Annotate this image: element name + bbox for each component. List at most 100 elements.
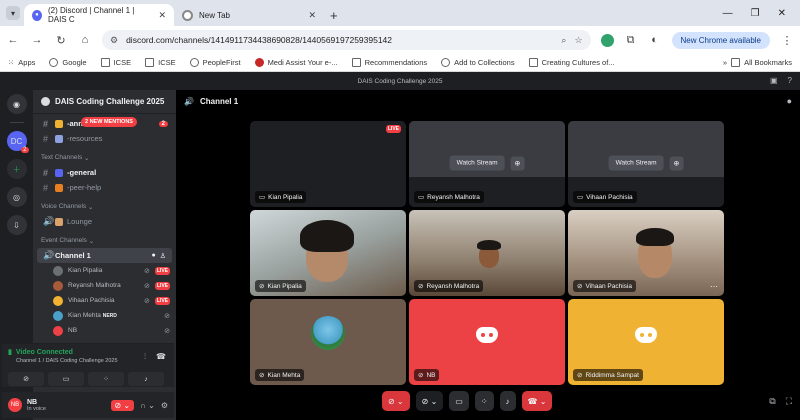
site-info-icon[interactable]: ⚙ <box>110 35 118 46</box>
new-tab-button[interactable]: + <box>324 4 344 26</box>
stream-tile[interactable]: LIVE ▭ Kian Pipalia <box>250 121 406 207</box>
camera-toggle-button[interactable]: ⊘ ⌄ <box>415 391 444 411</box>
tab-search-icon[interactable]: ▾ <box>6 6 20 20</box>
camera-off-button[interactable]: ⊘ <box>8 372 44 386</box>
nerd-activity-badge: NERD <box>102 313 117 319</box>
screen-share-icon: ▭ <box>577 194 584 201</box>
chrome-update-button[interactable]: New Chrome available <box>671 31 770 49</box>
disconnect-icon[interactable]: ☎ <box>156 352 166 362</box>
avatar-tile[interactable]: ⊘ NB <box>409 299 565 385</box>
screen-share-button[interactable]: ▭ <box>48 372 84 386</box>
category-voice-channels[interactable]: Voice Channels ⌄ <box>33 199 176 214</box>
mute-mic-button[interactable]: ⊘ ⌄ <box>382 391 410 411</box>
stream-tile[interactable]: Watch Stream ⊕ ▭ Reyansh Malhotra <box>409 121 565 207</box>
profile-icon[interactable]: ◐ <box>648 34 662 46</box>
avatar-tile[interactable]: ⊘ Riddimma Sampat <box>568 299 724 385</box>
user-avatar[interactable]: NB <box>8 398 22 412</box>
pop-out-icon[interactable]: ⊕ <box>669 156 684 170</box>
soundboard-button[interactable]: ♪ <box>499 391 516 411</box>
user-info[interactable]: NB In voice <box>27 399 46 412</box>
hash-icon: # <box>43 133 49 144</box>
channel-general[interactable]: # -general <box>33 165 176 180</box>
more-options-icon[interactable]: ⋯ <box>710 282 718 291</box>
download-icon[interactable]: ⇩ <box>6 215 27 235</box>
voice-user[interactable]: Reyansh Malhotra ⊘ LIVE <box>33 278 176 293</box>
user-controls: ⊘ ⌄ ∩ ⌄ ⚙ <box>110 399 168 411</box>
watch-stream-button[interactable]: Watch Stream <box>608 155 664 171</box>
voice-user[interactable]: NB ⊘ <box>33 323 176 338</box>
pop-out-window-icon[interactable]: ⧉ <box>769 396 775 407</box>
watch-stream-button[interactable]: Watch Stream <box>449 155 505 171</box>
forward-icon[interactable]: → <box>30 34 44 46</box>
new-mentions-badge[interactable]: 2 NEW MENTIONS <box>81 117 137 127</box>
camera-tile[interactable]: ⊘ Reyansh Malhotra <box>409 210 565 296</box>
watch-stream-controls: Watch Stream ⊕ <box>608 155 684 171</box>
soundboard-button[interactable]: ♪ <box>128 372 164 386</box>
mute-mic-button[interactable]: ⊘ ⌄ <box>110 399 135 411</box>
pop-out-icon[interactable]: ⊕ <box>510 156 525 170</box>
channel-peer-help[interactable]: # -peer-help <box>33 180 176 195</box>
google-icon <box>49 58 59 67</box>
noise-suppression-icon[interactable]: ⫶ <box>144 352 146 362</box>
user-name: NB <box>27 398 38 406</box>
avatar-tile[interactable]: ⊘ Kian Mehta <box>250 299 406 385</box>
menu-kebab-icon[interactable]: ⋮ <box>780 34 794 47</box>
channel-1-voice[interactable]: 🔊 Channel 1 ● ♙ <box>37 248 172 263</box>
headphones-icon[interactable]: ∩ ⌄ <box>140 401 155 410</box>
extension-icon[interactable] <box>600 33 614 47</box>
activities-button[interactable]: ⁘ <box>474 391 494 411</box>
add-server-icon[interactable]: ＋ <box>6 159 27 179</box>
channel-ann[interactable]: # -ann 2 NEW MENTIONS 2 <box>33 116 176 131</box>
chat-icon[interactable]: ● <box>787 96 792 106</box>
discover-icon[interactable]: ◎ <box>6 187 27 207</box>
settings-gear-icon[interactable]: ⚙ <box>161 401 168 410</box>
bookmark-add-to-collections[interactable]: Add to Collections <box>441 58 515 67</box>
bookmark-star-icon[interactable]: ☆ <box>574 35 582 46</box>
activities-button[interactable]: ⁘ <box>88 372 124 386</box>
all-bookmarks[interactable]: » All Bookmarks <box>723 58 792 67</box>
close-tab-icon[interactable]: ✕ <box>308 10 316 21</box>
voice-user[interactable]: Kian Mehta NERD ⊘ <box>33 308 176 323</box>
guild-header[interactable]: DAIS Coding Challenge 2025 <box>33 90 176 114</box>
bookmark-creating-cultures[interactable]: Creating Cultures of... <box>528 58 615 67</box>
server-dais[interactable]: DC 2 <box>6 131 29 153</box>
zoom-icon[interactable]: ⌕ <box>561 35 566 46</box>
fullscreen-icon[interactable]: ⛶ <box>786 396 792 407</box>
live-badge: LIVE <box>154 296 170 305</box>
voice-user[interactable]: Vihaan Pachisia ⊘ LIVE <box>33 293 176 308</box>
voice-user[interactable]: Kian Pipalia ⊘ LIVE <box>33 263 176 278</box>
bookmark-peoplefirst[interactable]: PeopleFirst <box>189 58 241 67</box>
reload-icon[interactable]: ↻ <box>54 34 68 47</box>
category-text-channels[interactable]: Text Channels ⌄ <box>33 150 176 165</box>
close-window-icon[interactable]: ✕ <box>778 8 786 19</box>
close-tab-icon[interactable]: ✕ <box>158 10 166 21</box>
channel-lounge[interactable]: 🔊 Lounge <box>33 214 176 229</box>
inbox-icon[interactable]: ▣ <box>770 76 778 85</box>
bookmark-icse-1[interactable]: ICSE <box>100 58 131 67</box>
invite-user-icon[interactable]: ♙ <box>160 252 166 260</box>
bookmark-google[interactable]: Google <box>49 58 87 67</box>
screen-share-button[interactable]: ▭ <box>449 391 469 411</box>
bookmark-medi-assist[interactable]: Medi Assist Your e-... <box>254 58 338 67</box>
camera-tile[interactable]: ⊘ Vihaan Pachisia ⋯ <box>568 210 724 296</box>
tab-discord[interactable]: ● (2) Discord | Channel 1 | DAIS C ✕ <box>24 4 174 26</box>
bookmark-icse-2[interactable]: ICSE <box>145 58 176 67</box>
category-event-channels[interactable]: Event Channels ⌄ <box>33 233 176 248</box>
channel-resources[interactable]: # -resources <box>33 131 176 146</box>
address-bar[interactable]: ⚙ discord.com/channels/14149117344386908… <box>102 30 591 50</box>
home-icon[interactable]: ⌂ <box>78 34 92 46</box>
stage-view-controls: ⧉ ⛶ <box>769 396 792 407</box>
stream-tile[interactable]: Watch Stream ⊕ ▭ Vihaan Pachisia <box>568 121 724 207</box>
help-icon[interactable]: ? <box>788 76 792 85</box>
camera-tile[interactable]: ⊘ Kian Pipalia <box>250 210 406 296</box>
back-icon[interactable]: ← <box>6 34 20 46</box>
discord-home-icon[interactable]: ◉ <box>6 94 27 114</box>
tab-new-tab[interactable]: New Tab ✕ <box>174 4 324 26</box>
bookmark-recommendations[interactable]: Recommendations <box>351 58 427 67</box>
minimize-icon[interactable]: — <box>723 8 733 19</box>
extensions-puzzle-icon[interactable]: ⧉ <box>624 34 638 47</box>
chat-bubble-icon[interactable]: ● <box>151 252 155 259</box>
restore-icon[interactable]: ❐ <box>751 8 760 19</box>
bookmark-apps[interactable]: ⁙ Apps <box>8 58 35 67</box>
disconnect-button[interactable]: ☎ ⌄ <box>521 391 553 411</box>
